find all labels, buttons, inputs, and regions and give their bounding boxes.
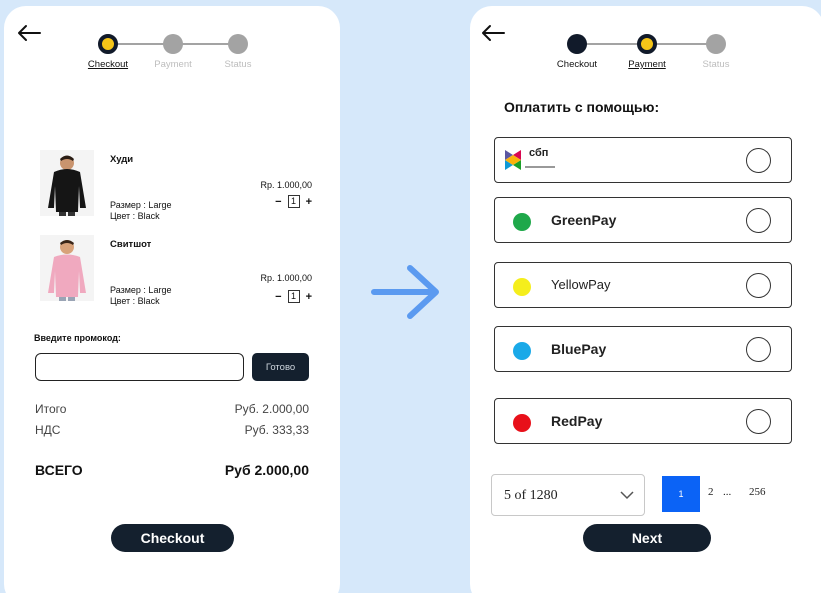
hoodie-photo [40, 150, 94, 216]
payment-option-name: GreenPay [551, 212, 617, 228]
step-label: Status [702, 59, 730, 70]
checkout-screen: Checkout Payment Status Худи Размер : La… [4, 6, 340, 593]
tax-value: Руб. 333,33 [244, 423, 309, 437]
radio-button[interactable] [746, 208, 771, 233]
payment-option-yellowpay[interactable]: YellowPay [494, 262, 792, 308]
increase-qty-button[interactable]: + [306, 291, 312, 303]
step-status[interactable]: Status [198, 34, 278, 72]
chevron-down-icon [620, 491, 634, 500]
greenpay-dot-icon [513, 213, 531, 231]
page-size-select[interactable]: 5 of 1280 [491, 474, 645, 516]
page-button-last[interactable]: 256 [749, 486, 766, 498]
back-arrow-icon[interactable] [16, 22, 42, 44]
cart-item-hoodie: Худи Размер : Large Цвет : Black Rp. 1.0… [40, 150, 312, 221]
payment-option-name: RedPay [551, 413, 603, 429]
apply-promo-button[interactable]: Готово [252, 353, 309, 381]
decrease-qty-button[interactable]: − [275, 291, 281, 303]
sweatshirt-photo [40, 235, 94, 301]
subtotal-value: Руб. 2.000,00 [234, 402, 309, 416]
increase-qty-button[interactable]: + [306, 196, 312, 208]
payment-screen: Checkout Payment Status Оплатить с помощ… [470, 6, 821, 593]
step-dot [228, 34, 248, 54]
product-color: Цвет : Black [110, 296, 160, 306]
page-button[interactable]: 2 [708, 486, 714, 498]
promo-code-input[interactable] [35, 353, 244, 381]
radio-button[interactable] [746, 409, 771, 434]
radio-button[interactable] [746, 273, 771, 298]
page-button-active[interactable]: 1 [662, 476, 700, 512]
bluepay-dot-icon [513, 342, 531, 360]
select-value: 5 of 1280 [504, 488, 558, 503]
radio-button[interactable] [746, 148, 771, 173]
step-dot-active [98, 34, 118, 54]
product-size: Размер : Large [110, 285, 172, 295]
product-price: Rp. 1.000,00 [260, 180, 312, 190]
next-button[interactable]: Next [583, 524, 711, 552]
promo-label: Введите промокод: [34, 333, 121, 343]
arrow-right-icon [371, 265, 439, 319]
quantity-stepper: − 1 + [275, 290, 312, 303]
subtotal-row: Итого Руб. 2.000,00 [35, 402, 309, 416]
quantity-value[interactable]: 1 [287, 195, 300, 208]
payment-option-sbp[interactable]: сбп [494, 137, 792, 183]
total-value: Руб 2.000,00 [224, 462, 309, 478]
step-status[interactable]: Status [676, 34, 756, 72]
pagination-ellipsis: ... [723, 486, 732, 498]
step-payment[interactable]: Payment [607, 34, 687, 72]
radio-button[interactable] [746, 337, 771, 362]
quantity-value[interactable]: 1 [287, 290, 300, 303]
payment-option-name: BluePay [551, 341, 607, 357]
total-row: ВСЕГО Руб 2.000,00 [35, 462, 309, 478]
step-label: Checkout [87, 59, 129, 70]
step-checkout[interactable]: Checkout [537, 34, 617, 72]
product-price: Rp. 1.000,00 [260, 273, 312, 283]
payment-option-bluepay[interactable]: BluePay [494, 326, 792, 372]
total-label: ВСЕГО [35, 462, 83, 478]
sbp-label: сбп [529, 147, 549, 159]
product-size: Размер : Large [110, 200, 172, 210]
payment-option-name: YellowPay [551, 277, 611, 292]
tax-row: НДС Руб. 333,33 [35, 423, 309, 437]
decrease-qty-button[interactable]: − [275, 196, 281, 208]
step-label: Payment [628, 59, 666, 70]
checkout-button[interactable]: Checkout [111, 524, 234, 552]
yellowpay-dot-icon [513, 278, 531, 296]
product-name: Свитшот [110, 239, 152, 250]
step-dot [706, 34, 726, 54]
step-dot-active [637, 34, 657, 54]
progress-stepper: Checkout Payment Status [68, 34, 278, 70]
payment-heading: Оплатить с помощью: [504, 99, 660, 115]
product-color: Цвет : Black [110, 211, 160, 221]
step-dot-done [567, 34, 587, 54]
step-dot [163, 34, 183, 54]
back-arrow-icon[interactable] [480, 22, 506, 44]
tax-label: НДС [35, 423, 61, 437]
payment-option-greenpay[interactable]: GreenPay [494, 197, 792, 243]
step-label: Payment [154, 59, 192, 70]
step-label: Checkout [556, 59, 598, 70]
progress-stepper: Checkout Payment Status [537, 34, 747, 70]
quantity-stepper: − 1 + [275, 195, 312, 208]
step-label: Status [224, 59, 252, 70]
subtotal-label: Итого [35, 402, 67, 416]
redpay-dot-icon [513, 414, 531, 432]
product-name: Худи [110, 154, 134, 165]
payment-option-redpay[interactable]: RedPay [494, 398, 792, 444]
cart-item-sweatshirt: Свитшот Размер : Large Цвет : Black Rp. … [40, 235, 312, 306]
